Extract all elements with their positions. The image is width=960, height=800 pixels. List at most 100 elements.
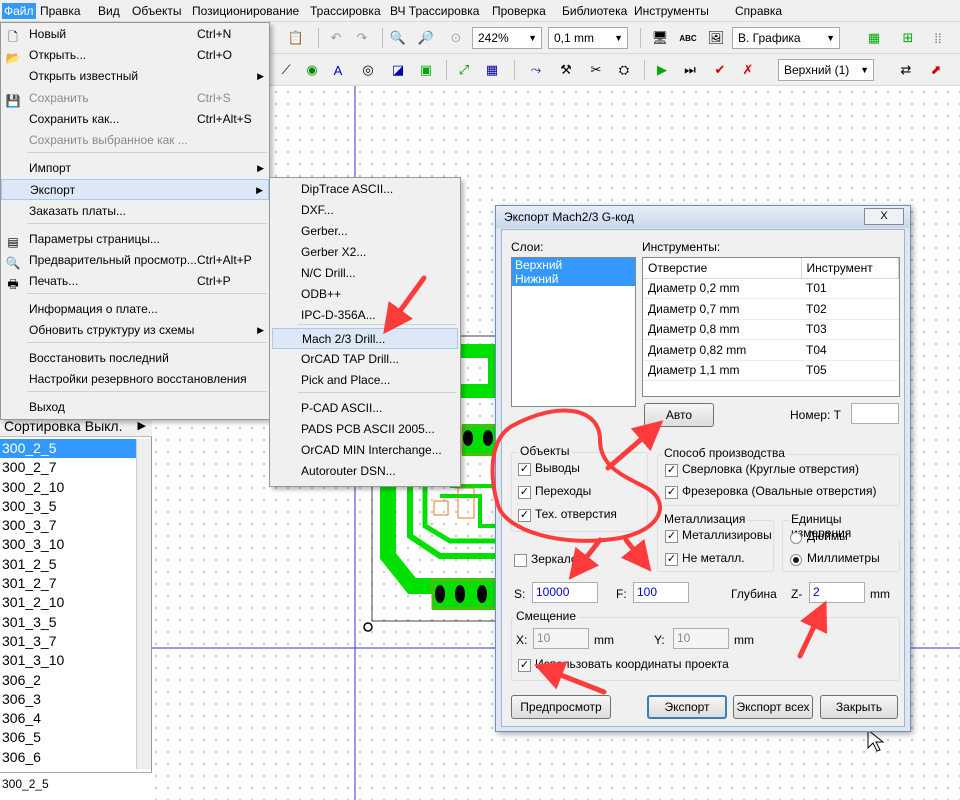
menu-8[interactable]: Библиотека: [560, 3, 629, 19]
hole-icon[interactable]: ◎: [358, 60, 378, 80]
layer-item[interactable]: Нижний: [512, 272, 635, 286]
export-menu-item-4[interactable]: N/C Drill...: [272, 263, 458, 284]
export-menu-item-10[interactable]: P-CAD ASCII...: [272, 398, 458, 419]
export-menu-item-2[interactable]: Gerber...: [272, 221, 458, 242]
plated-checkbox[interactable]: ✓: [665, 530, 678, 543]
file-menu-item-5[interactable]: Сохранить выбранное как ...: [1, 130, 269, 151]
board-icon[interactable]: 🖥: [650, 28, 670, 48]
list-item[interactable]: 301_3_7: [0, 632, 136, 651]
route-icon[interactable]: ⟋: [276, 60, 296, 80]
step-icon[interactable]: ⏭: [680, 60, 700, 80]
grid-combo[interactable]: 0,1 mm ▼: [548, 27, 628, 49]
menu-5[interactable]: Трассировка: [308, 3, 383, 19]
list-item[interactable]: 301_2_10: [0, 593, 136, 612]
list-item[interactable]: 300_2_7: [0, 458, 136, 477]
layers-icon[interactable]: ▦: [864, 28, 884, 48]
number-input[interactable]: [851, 403, 899, 424]
menu-10[interactable]: Справка: [733, 3, 784, 19]
list-item[interactable]: 306_2: [0, 671, 136, 690]
file-menu-item-12[interactable]: Информация о плате...: [1, 299, 269, 320]
dialog-close-action-button[interactable]: Закрыть: [820, 695, 898, 719]
trace-icon[interactable]: ⤳: [526, 60, 546, 80]
file-menu-item-7[interactable]: Экспорт ▶: [1, 179, 269, 200]
menu-9[interactable]: Инструменты: [632, 3, 711, 19]
export-menu-item-9[interactable]: Pick and Place...: [272, 370, 458, 391]
file-menu-item-0[interactable]: 🗋 Новый Ctrl+N: [1, 24, 269, 45]
mirror-checkbox[interactable]: [514, 554, 527, 567]
export-menu-item-13[interactable]: Autorouter DSN...: [272, 461, 458, 482]
unroute-icon[interactable]: ✂: [586, 60, 606, 80]
layer-combo[interactable]: Верхний (1) ▼: [778, 59, 874, 81]
paste-icon[interactable]: 📋: [286, 28, 306, 48]
table-icon[interactable]: ▦: [482, 60, 502, 80]
table-row[interactable]: Диаметр 0,2 mm T01: [643, 278, 899, 299]
file-menu-item-6[interactable]: Импорт ▶: [1, 158, 269, 179]
mill-checkbox[interactable]: ✓: [665, 486, 678, 499]
file-menu-item-8[interactable]: Заказать платы...: [1, 201, 269, 222]
z-input[interactable]: 2: [809, 582, 865, 603]
y-input[interactable]: 10: [673, 628, 729, 649]
zoom-fit-icon[interactable]: ⊙: [446, 28, 466, 48]
autoroute-icon[interactable]: ⛭: [614, 60, 634, 80]
menu-6[interactable]: ВЧ Трассировка: [388, 3, 481, 19]
file-menu-item-14[interactable]: Восстановить последний: [1, 348, 269, 369]
tools-table[interactable]: Отверстие Инструмент Диаметр 0,2 mm T01 Ди…: [642, 257, 900, 397]
list-item[interactable]: 300_3_5: [0, 497, 136, 516]
export-menu-item-0[interactable]: DipTrace ASCII...: [272, 179, 458, 200]
list-item[interactable]: 306_7: [0, 767, 136, 769]
export-menu-item-11[interactable]: PADS PCB ASCII 2005...: [272, 419, 458, 440]
grid-icon[interactable]: ⁞⁞: [928, 28, 948, 48]
list-scrollbar[interactable]: [136, 439, 151, 769]
zoom-combo[interactable]: 242% ▼: [472, 27, 542, 49]
col-hole[interactable]: Отверстие: [643, 258, 802, 279]
export-menu-item-3[interactable]: Gerber X2...: [272, 242, 458, 263]
nonplated-checkbox[interactable]: ✓: [665, 553, 678, 566]
zoom-out-icon[interactable]: 🔎: [416, 28, 436, 48]
drill-checkbox[interactable]: ✓: [665, 464, 678, 477]
export-menu-item-1[interactable]: DXF...: [272, 200, 458, 221]
list-item[interactable]: 301_2_7: [0, 574, 136, 593]
file-menu-item-10[interactable]: 🔍 Предварительный просмотр... Ctrl+Alt+P: [1, 250, 269, 271]
menu-4[interactable]: Позиционирование: [190, 3, 301, 19]
holes-checkbox[interactable]: ✓: [518, 509, 531, 522]
dimension-icon[interactable]: ⤢: [454, 60, 474, 80]
menu-3[interactable]: Объекты: [130, 3, 184, 19]
file-menu-item-4[interactable]: Сохранить как... Ctrl+Alt+S: [1, 109, 269, 130]
list-item[interactable]: 300_3_7: [0, 516, 136, 535]
pattern-list[interactable]: 300_2_5 300_2_7 300_2_10 300_3_5 300_3_7 300_…: [0, 439, 136, 769]
menu-1[interactable]: Правка: [38, 3, 83, 19]
check-icon[interactable]: ✗: [738, 60, 758, 80]
table-row[interactable]: Диаметр 0,82 mm T04: [643, 339, 899, 361]
auto-button[interactable]: Авто: [644, 403, 714, 427]
drc-icon[interactable]: ✔: [710, 60, 730, 80]
list-item[interactable]: 300_2_5: [0, 439, 136, 459]
export-menu-item-8[interactable]: OrCAD TAP Drill...: [272, 349, 458, 370]
layer-item[interactable]: Верхний: [512, 258, 635, 272]
undo-icon[interactable]: ↶: [326, 28, 346, 48]
list-item[interactable]: 300_2_10: [0, 478, 136, 497]
file-menu-item-16[interactable]: Выход: [1, 397, 269, 418]
export-menu-item-12[interactable]: OrCAD MIN Interchange...: [272, 440, 458, 461]
router-icon[interactable]: ⚒: [556, 60, 576, 80]
table-row[interactable]: Диаметр 1,1 mm T05: [643, 360, 899, 381]
s-input[interactable]: 10000: [532, 582, 598, 603]
list-item[interactable]: 306_6: [0, 748, 136, 767]
preview-button[interactable]: Предпросмотр: [511, 695, 611, 719]
export-menu-item-7[interactable]: Mach 2/3 Drill...: [272, 328, 458, 349]
via-icon[interactable]: ◉: [302, 60, 322, 80]
export-menu-item-6[interactable]: IPC-D-356A...: [272, 305, 458, 326]
list-item[interactable]: 306_3: [0, 690, 136, 709]
project-coords-checkbox[interactable]: ✓: [518, 659, 531, 672]
file-menu-item-9[interactable]: ▤ Параметры страницы...: [1, 229, 269, 250]
x-input[interactable]: 10: [533, 628, 589, 649]
file-menu-item-15[interactable]: Настройки резервного восстановления: [1, 369, 269, 390]
redo-icon[interactable]: ↷: [352, 28, 372, 48]
inch-radio[interactable]: [790, 532, 802, 544]
dialog-close-button[interactable]: X: [864, 208, 904, 225]
list-item[interactable]: 306_4: [0, 709, 136, 728]
mm-radio[interactable]: [790, 554, 802, 566]
copper-pour-icon[interactable]: ◪: [388, 60, 408, 80]
3d-icon[interactable]: ⬈: [926, 60, 946, 80]
layers-list[interactable]: Верхний Нижний: [511, 257, 636, 407]
vias-checkbox[interactable]: ✓: [518, 486, 531, 499]
